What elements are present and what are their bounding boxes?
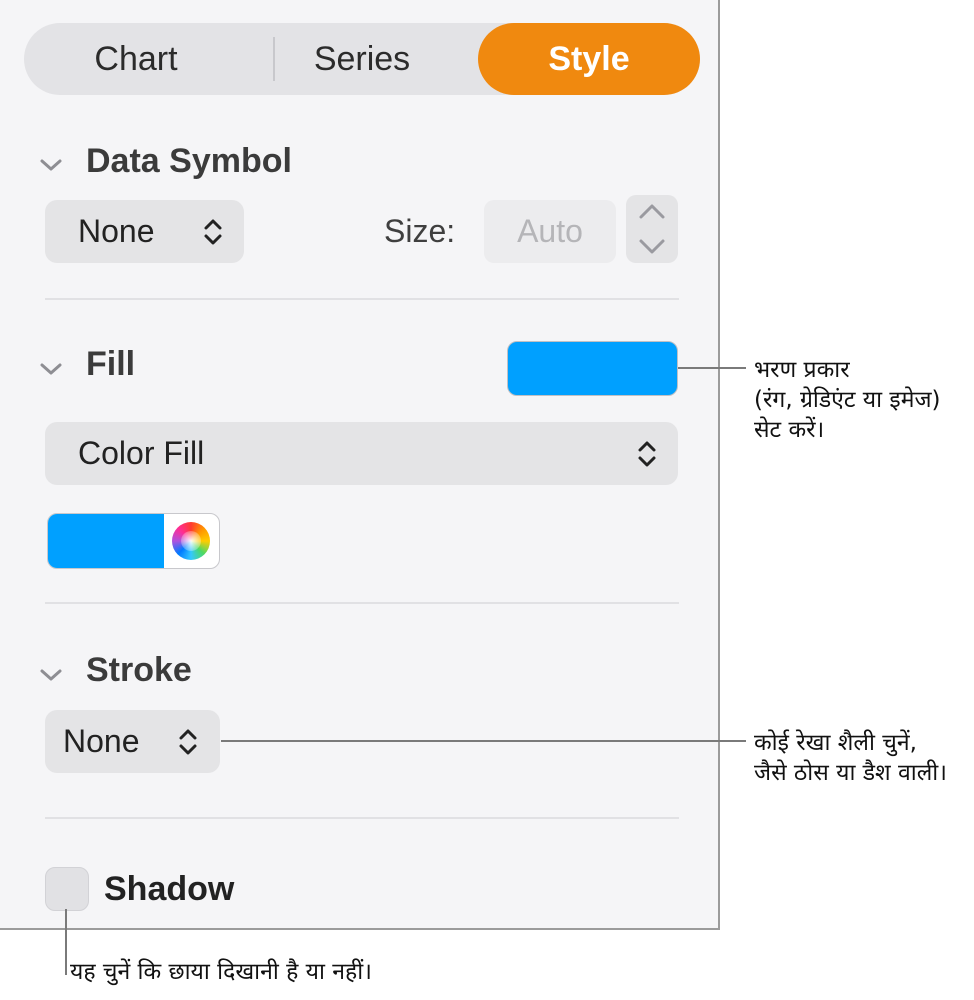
fill-callout-line-1: भरण प्रकार: [754, 357, 850, 383]
section-divider: [45, 298, 679, 300]
stroke-style-value: None: [63, 723, 140, 759]
color-swatch[interactable]: [48, 514, 164, 568]
shadow-callout: यह चुनें कि छाया दिखानी है या नहीं।: [70, 957, 372, 987]
fill-callout-line-3: सेट करें।: [754, 417, 825, 443]
shadow-callout-line: [65, 909, 67, 975]
data-symbol-value: None: [78, 213, 155, 249]
stroke-heading: Stroke: [86, 651, 192, 689]
size-label: Size:: [384, 213, 456, 249]
tab-style[interactable]: Style: [478, 23, 700, 95]
size-input[interactable]: Auto: [484, 200, 616, 263]
stroke-callout-line: [221, 740, 746, 742]
fill-heading: Fill: [86, 345, 136, 383]
format-sidebar: Chart Series Style Data Symbol None Size…: [0, 0, 720, 930]
chevron-down-icon[interactable]: [638, 236, 666, 256]
stroke-callout-line-2: जैसे ठोस या डैश वाली।: [754, 760, 947, 786]
chevron-down-icon[interactable]: [38, 156, 64, 174]
fill-callout: भरण प्रकार (रंग, ग्रेडिएंट या इमेज) सेट …: [754, 355, 941, 445]
fill-color-well[interactable]: [507, 341, 678, 396]
stroke-callout-line-1: कोई रेखा शैली चुनें,: [754, 730, 917, 756]
shadow-callout-line-1: यह चुनें कि छाया दिखानी है या नहीं।: [70, 959, 372, 985]
updown-chevron-icon: [179, 729, 197, 755]
chevron-up-icon[interactable]: [638, 202, 666, 222]
color-fill-well[interactable]: [47, 513, 220, 569]
chevron-down-icon[interactable]: [38, 666, 64, 684]
size-stepper[interactable]: [626, 195, 678, 263]
chevron-down-icon[interactable]: [38, 360, 64, 378]
fill-type-value: Color Fill: [78, 435, 205, 471]
data-symbol-popup[interactable]: None: [45, 200, 244, 263]
shadow-checkbox[interactable]: [45, 867, 89, 911]
color-wheel-icon[interactable]: [172, 522, 210, 560]
updown-chevron-icon: [204, 219, 222, 245]
data-symbol-heading: Data Symbol: [86, 142, 292, 180]
section-divider: [45, 602, 679, 604]
tab-series[interactable]: Series: [250, 23, 474, 95]
fill-callout-line: [678, 367, 746, 369]
updown-chevron-icon: [638, 441, 656, 467]
stroke-callout: कोई रेखा शैली चुनें, जैसे ठोस या डैश वाल…: [754, 728, 947, 788]
tab-bar: Chart Series Style: [24, 23, 700, 95]
fill-callout-line-2: (रंग, ग्रेडिएंट या इमेज): [754, 387, 941, 413]
section-divider: [45, 817, 679, 819]
fill-type-popup[interactable]: Color Fill: [45, 422, 678, 485]
stroke-style-popup[interactable]: None: [45, 710, 220, 773]
tab-chart[interactable]: Chart: [24, 23, 248, 95]
shadow-label[interactable]: Shadow: [104, 870, 234, 909]
